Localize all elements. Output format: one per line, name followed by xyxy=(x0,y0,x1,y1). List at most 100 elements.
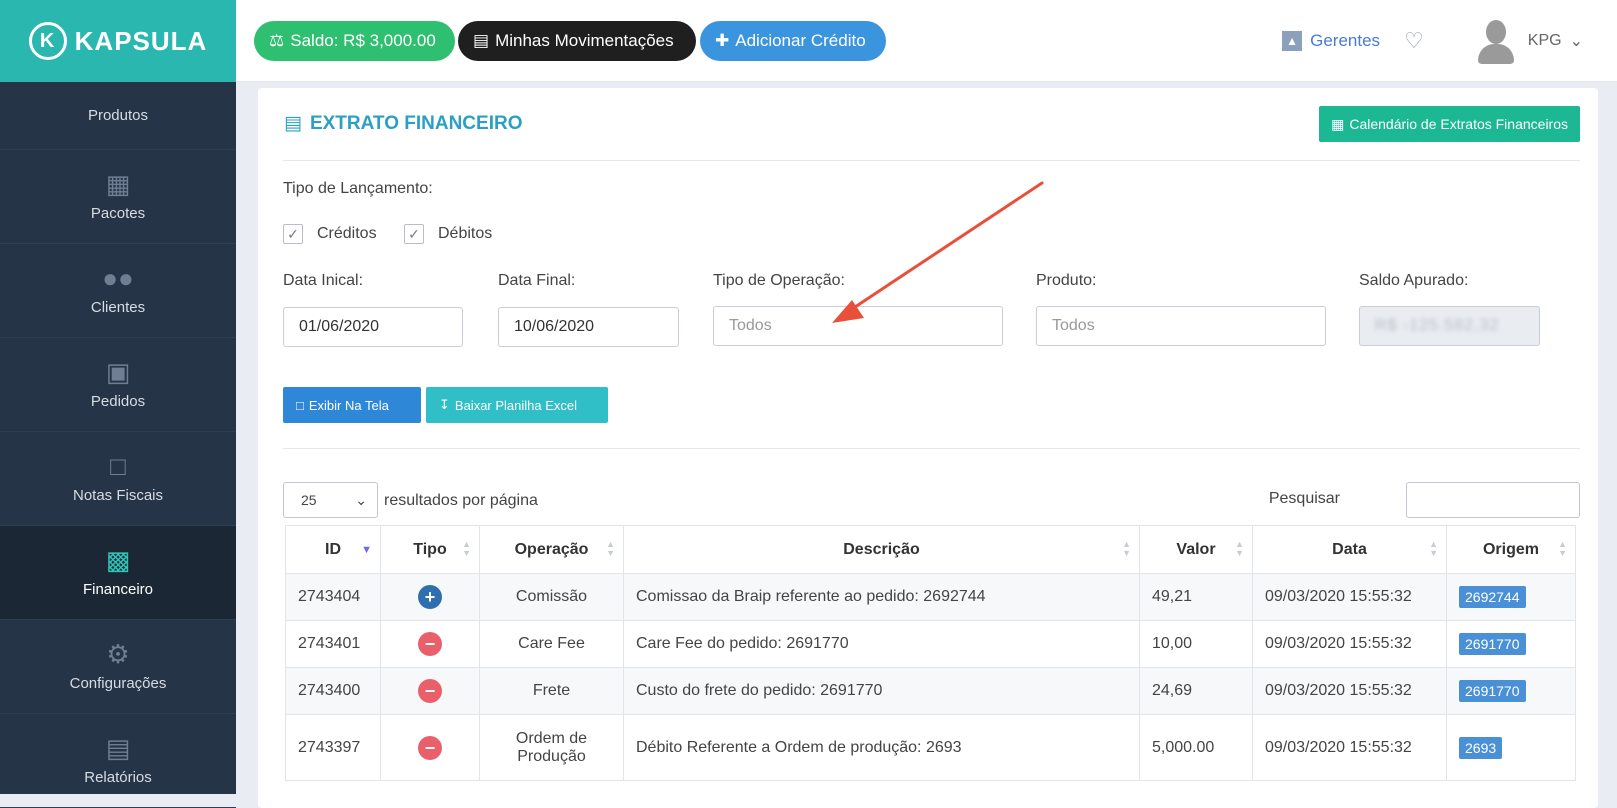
sort-icon: ▲ ▼ xyxy=(1558,539,1567,558)
column-header-id[interactable]: ID ▼ xyxy=(285,525,381,574)
movimentacoes-button[interactable]: ▤ Minhas Movimentações xyxy=(458,21,696,61)
cell-valor: 10,00 xyxy=(1139,620,1253,668)
search-label: Pesquisar xyxy=(1268,490,1340,507)
gerentes-label: Gerentes xyxy=(1310,31,1381,50)
sidebar-item-clientes[interactable]: ●● Clientes xyxy=(0,244,236,338)
cell-tipo: − xyxy=(380,714,480,781)
data-inicial-label: Data Inical: xyxy=(283,272,364,289)
sort-icon: ▲ ▼ xyxy=(606,539,615,558)
kapsula-logo-icon: K xyxy=(28,22,67,60)
cubes-icon: ▦ xyxy=(105,169,131,199)
bell-icon[interactable]: ♡ xyxy=(1404,28,1424,54)
header-label: ID xyxy=(325,540,341,558)
cell-data: 09/03/2020 15:55:32 xyxy=(1252,573,1447,621)
cell-data: 09/03/2020 15:55:32 xyxy=(1252,714,1447,781)
users-icon: ●● xyxy=(102,263,134,293)
check-icon: ✓ xyxy=(404,224,424,244)
origem-badge[interactable]: 2691770 xyxy=(1459,633,1526,655)
table-row: 2743400 − Frete Custo do frete do pedido… xyxy=(285,667,1576,715)
sidebar-item-configuracoes[interactable]: ⚙ Configurações xyxy=(0,620,236,714)
exibir-na-tela-button[interactable]: □ Exibir Na Tela xyxy=(283,387,421,423)
column-header-origem[interactable]: Origem ▲ ▼ xyxy=(1446,525,1576,574)
origem-badge[interactable]: 2691770 xyxy=(1459,680,1526,702)
column-header-descricao[interactable]: Descrição ▲ ▼ xyxy=(623,525,1140,574)
cell-descricao: Comissao da Braip referente ao pedido: 2… xyxy=(623,573,1140,621)
adicionar-credito-button[interactable]: ✚ Adicionar Crédito xyxy=(700,21,886,61)
cell-tipo: − xyxy=(380,667,480,715)
origem-badge[interactable]: 2693 xyxy=(1459,736,1503,759)
avatar[interactable] xyxy=(1476,18,1516,64)
cell-id: 2743397 xyxy=(285,714,381,781)
cell-valor: 5,000.00 xyxy=(1139,714,1253,781)
column-header-operacao[interactable]: Operação ▲ ▼ xyxy=(479,525,624,574)
notebook-icon: ▤ xyxy=(105,733,131,763)
brand-name: KAPSULA xyxy=(74,25,208,56)
baixar-label: Baixar Planilha Excel xyxy=(454,397,578,413)
extrato-card: ▤ EXTRATO FINANCEIRO ▦ Calendário de Ext… xyxy=(258,88,1598,808)
movimentacoes-label: Minhas Movimentações xyxy=(495,31,674,50)
chevron-down-icon: ⌄ xyxy=(1569,33,1583,50)
table-row: 2743404 + Comissão Comissao da Braip ref… xyxy=(285,573,1576,621)
column-header-tipo[interactable]: Tipo ▲ ▼ xyxy=(380,525,480,574)
header-label: Descrição xyxy=(843,540,920,558)
sort-icon: ▲ ▼ xyxy=(1429,539,1438,558)
page-size-select[interactable]: 25 ⌄ xyxy=(283,482,378,518)
sort-icon: ▲ ▼ xyxy=(1122,539,1131,558)
origem-badge[interactable]: 2692744 xyxy=(1459,586,1526,608)
gerentes-link[interactable]: ▲ Gerentes xyxy=(1282,31,1380,51)
extrato-table: ID ▼ Tipo ▲ ▼ Operação ▲ ▼ Descrição ▲ ▼ Valor ▲… xyxy=(285,525,1576,781)
check-icon: ✓ xyxy=(283,224,303,244)
brand-logo[interactable]: K KAPSULA xyxy=(0,0,236,82)
list-icon: ▤ xyxy=(284,113,302,134)
sort-icon: ▲ ▼ xyxy=(1235,539,1244,558)
data-final-input[interactable]: 10/06/2020 xyxy=(498,307,679,347)
cell-operacao: Ordem de Produção xyxy=(479,714,624,781)
cell-valor: 49,21 xyxy=(1139,573,1253,621)
produto-select[interactable]: Todos xyxy=(1036,306,1326,346)
saldo-label: Saldo: R$ 3,000.00 xyxy=(290,31,436,50)
page-title-text: EXTRATO FINANCEIRO xyxy=(309,112,523,134)
cell-origem: 2691770 xyxy=(1446,620,1576,668)
data-inicial-input[interactable]: 01/06/2020 xyxy=(283,307,463,347)
sidebar-item-produtos[interactable]: Produtos xyxy=(0,82,236,150)
sidebar-item-label: Financeiro xyxy=(82,581,154,598)
plus-icon: ✚ xyxy=(715,31,730,50)
header-label: Operação xyxy=(514,540,589,558)
cell-id: 2743404 xyxy=(285,573,381,621)
divider xyxy=(283,160,1580,161)
produto-label: Produto: xyxy=(1036,272,1097,289)
sidebar-item-financeiro[interactable]: ▩ Financeiro xyxy=(0,526,236,620)
sidebar-item-notas-fiscais[interactable]: □ Notas Fiscais xyxy=(0,432,236,526)
column-header-valor[interactable]: Valor ▲ ▼ xyxy=(1139,525,1253,574)
minus-circle-icon: − xyxy=(418,679,442,703)
user-menu[interactable]: KPG ⌄ xyxy=(1528,31,1583,51)
sidebar-item-label: Relatórios xyxy=(84,769,152,786)
balance-scale-icon: ⚖ xyxy=(269,31,285,50)
debitos-checkbox[interactable]: ✓ Débitos xyxy=(404,224,492,244)
saldo-apurado-field: R$ -125.582,32 xyxy=(1359,306,1540,346)
column-header-data[interactable]: Data ▲ ▼ xyxy=(1252,525,1447,574)
sidebar-item-label: Pacotes xyxy=(90,205,146,222)
plus-circle-icon: + xyxy=(418,585,442,609)
document-icon: ▤ xyxy=(473,31,490,50)
exibir-label: Exibir Na Tela xyxy=(308,397,389,413)
gear-icon: ⚙ xyxy=(106,639,130,669)
top-bar: ⚖ Saldo: R$ 3,000.00 ▤ Minhas Movimentaç… xyxy=(236,0,1617,82)
saldo-button[interactable]: ⚖ Saldo: R$ 3,000.00 xyxy=(254,21,455,61)
calendar-button[interactable]: ▦ Calendário de Extratos Financeiros xyxy=(1319,106,1580,142)
baixar-planilha-button[interactable]: ↧ Baixar Planilha Excel xyxy=(426,387,608,423)
cell-descricao: Care Fee do pedido: 2691770 xyxy=(623,620,1140,668)
minus-circle-icon: − xyxy=(418,632,442,656)
header-label: Valor xyxy=(1176,540,1216,558)
sort-icon: ▲ ▼ xyxy=(462,539,471,558)
cell-operacao: Care Fee xyxy=(479,620,624,668)
search-input[interactable] xyxy=(1406,482,1580,518)
sort-desc-icon: ▼ xyxy=(361,544,372,556)
sidebar-item-pacotes[interactable]: ▦ Pacotes xyxy=(0,150,236,244)
tipo-operacao-select[interactable]: Todos xyxy=(713,306,1003,346)
creditos-checkbox[interactable]: ✓ Créditos xyxy=(283,224,377,244)
sidebar-item-pedidos[interactable]: ▣ Pedidos xyxy=(0,338,236,432)
sidebar-item-label: Pedidos xyxy=(90,393,146,410)
adicionar-credito-label: Adicionar Crédito xyxy=(735,31,866,50)
cell-origem: 2693 xyxy=(1446,714,1576,781)
